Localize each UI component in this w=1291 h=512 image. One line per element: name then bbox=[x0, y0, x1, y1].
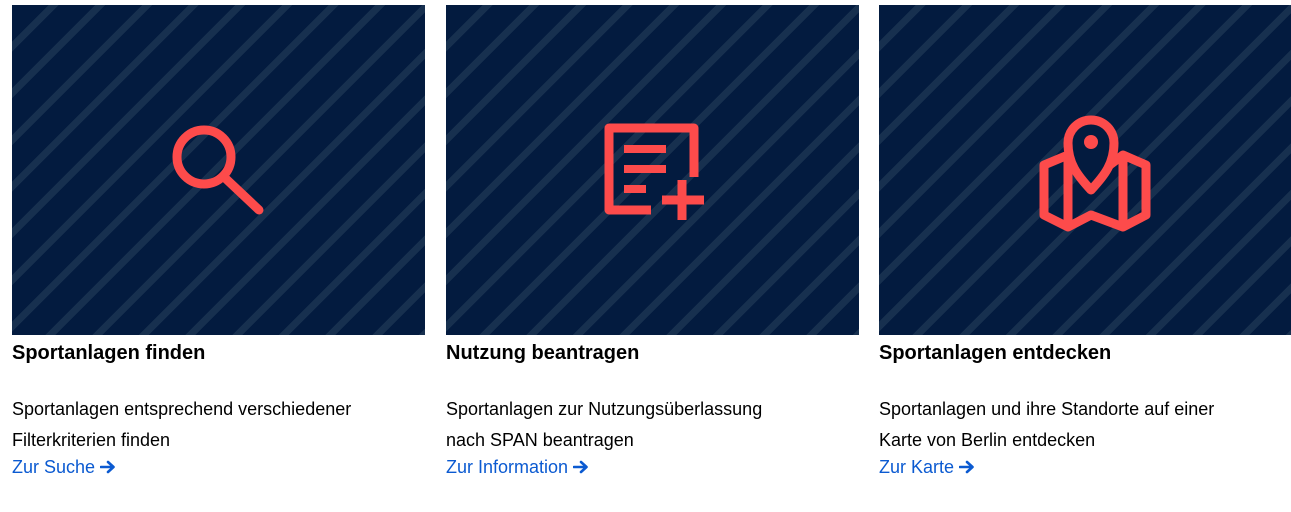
card-description-line: nach SPAN beantragen bbox=[446, 430, 634, 450]
search-icon bbox=[172, 125, 264, 215]
card-description: Sportanlagen zur Nutzungsüberlassung nac… bbox=[446, 394, 859, 456]
card-description-line: Filterkriterien finden bbox=[12, 430, 171, 450]
card-description-line: Sportanlagen zur Nutzungsüberlassung bbox=[446, 399, 763, 419]
card-find-facilities: Sportanlagen finden Sportanlagen entspre… bbox=[12, 5, 425, 477]
link-label: Zur Suche bbox=[12, 457, 96, 477]
card-image-tile[interactable] bbox=[879, 5, 1291, 335]
card-description: Sportanlagen entsprechend verschiedener … bbox=[12, 394, 425, 456]
link-zur-karte[interactable]: Zur Karte bbox=[879, 455, 975, 479]
card-description: Sportanlagen und ihre Standorte auf eine… bbox=[879, 394, 1291, 456]
document-add-icon bbox=[604, 123, 704, 220]
map-pin-icon bbox=[1039, 115, 1151, 232]
arrow-right-icon bbox=[100, 460, 115, 474]
card-discover-facilities: Sportanlagen entdecken Sportanlagen und … bbox=[879, 5, 1291, 477]
feature-cards: Sportanlagen finden Sportanlagen entspre… bbox=[12, 5, 1291, 505]
link-label: Zur Karte bbox=[879, 457, 955, 477]
arrow-right-icon bbox=[573, 460, 588, 474]
card-description-line: Sportanlagen entsprechend verschiedener bbox=[12, 399, 352, 419]
card-image-tile[interactable] bbox=[446, 5, 859, 335]
card-title: Sportanlagen finden bbox=[12, 342, 206, 364]
card-apply-usage: Nutzung beantragen Sportanlagen zur Nutz… bbox=[446, 5, 859, 477]
arrow-right-icon bbox=[959, 460, 974, 474]
card-title: Sportanlagen entdecken bbox=[879, 342, 1112, 364]
card-image-tile[interactable] bbox=[12, 5, 425, 335]
card-description-line: Sportanlagen und ihre Standorte auf eine… bbox=[879, 399, 1215, 419]
card-description-line: Karte von Berlin entdecken bbox=[879, 430, 1096, 450]
card-title: Nutzung beantragen bbox=[446, 342, 640, 364]
link-zur-suche[interactable]: Zur Suche bbox=[12, 455, 116, 479]
link-label: Zur Information bbox=[446, 457, 569, 477]
link-zur-information[interactable]: Zur Information bbox=[446, 455, 589, 479]
